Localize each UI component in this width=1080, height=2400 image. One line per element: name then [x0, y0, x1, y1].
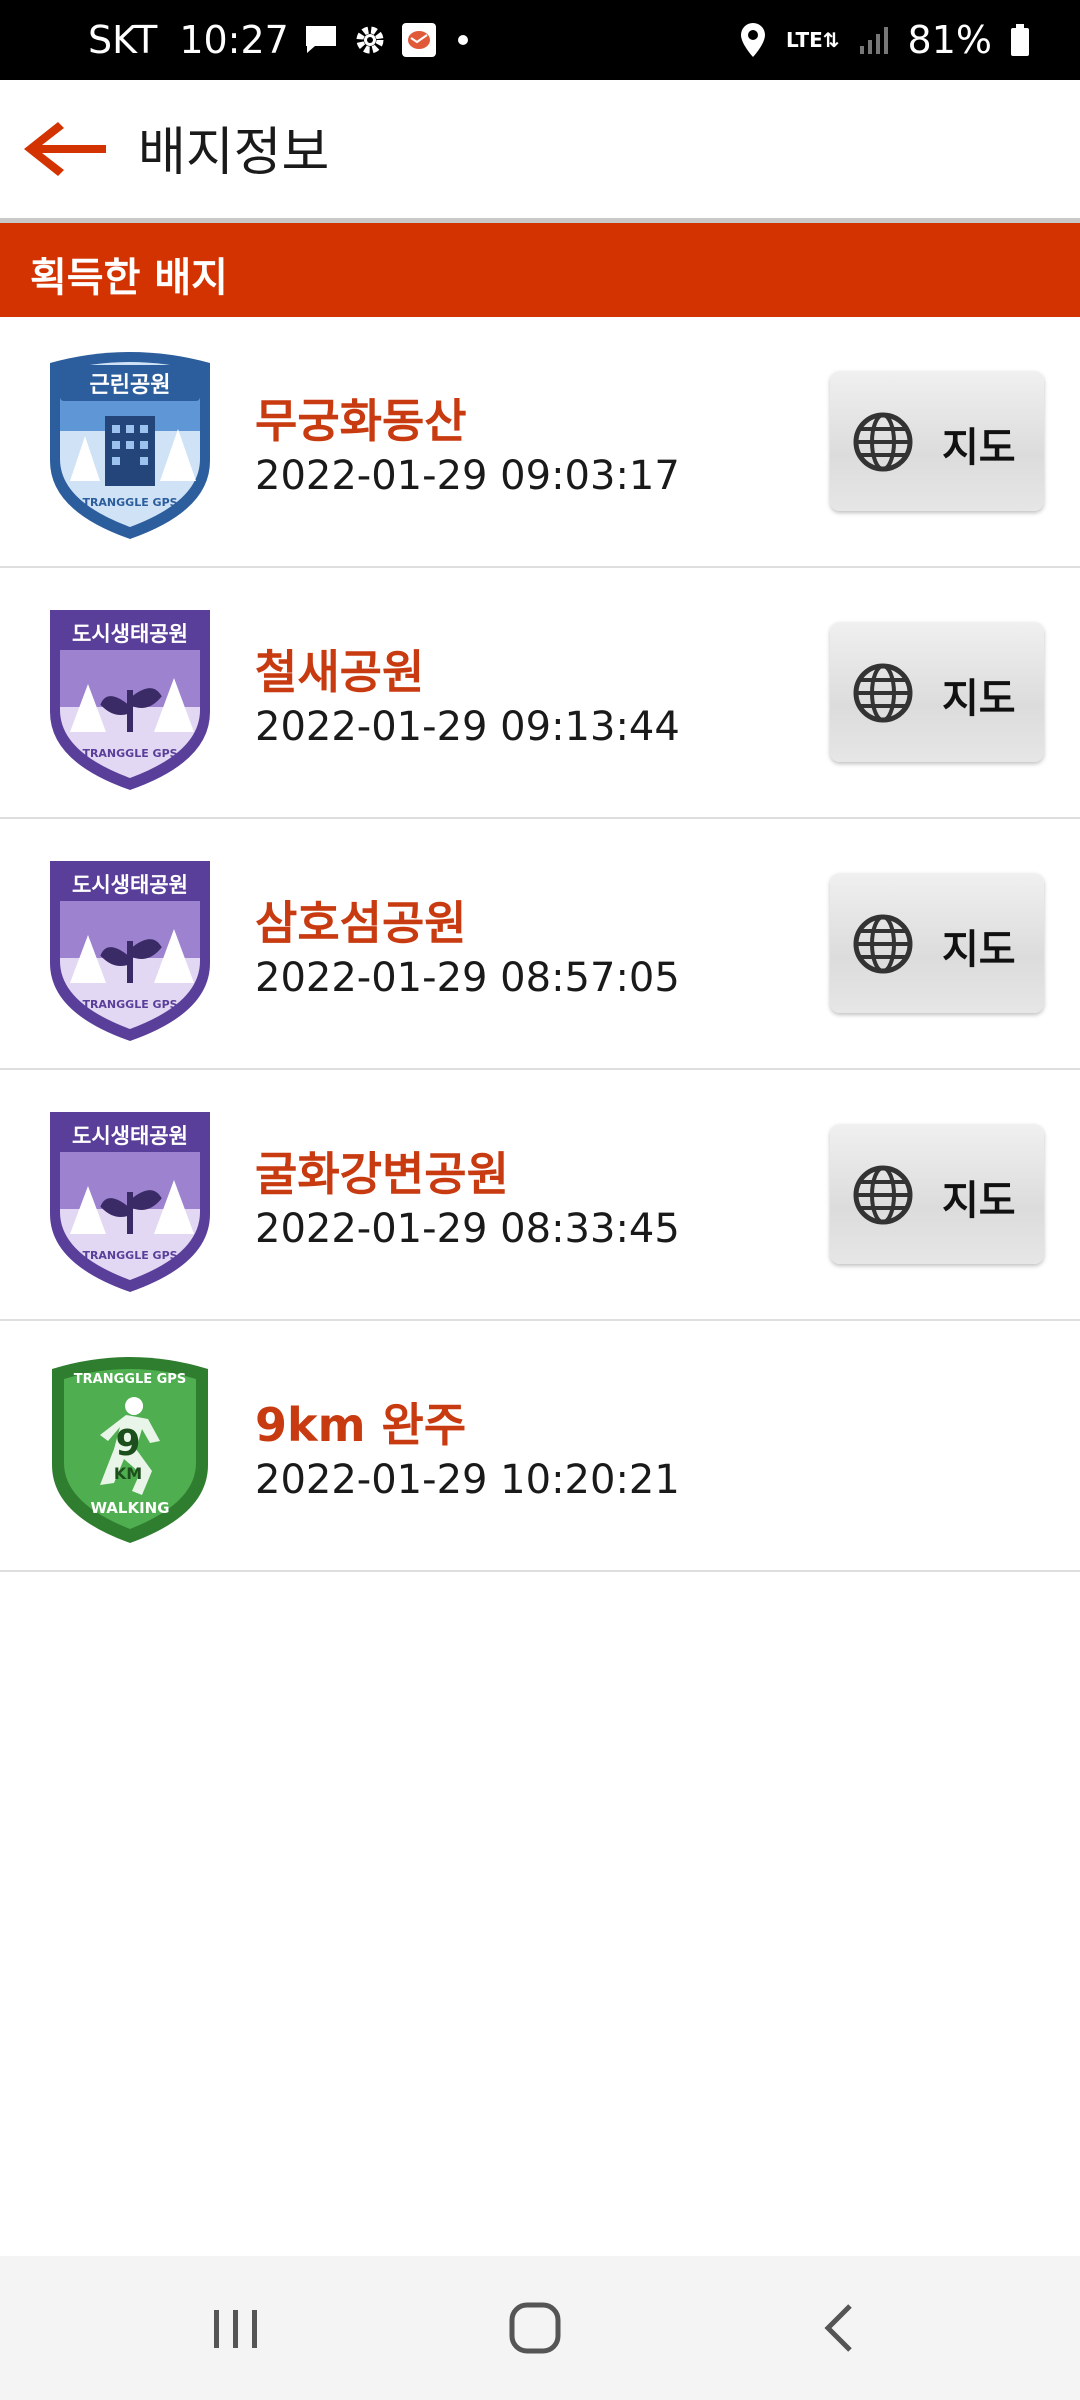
- system-navigation-bar: [0, 2256, 1080, 2400]
- status-bar-right: LTE ⇅ 81%: [738, 0, 1030, 80]
- map-button-label: 지도: [942, 1178, 1016, 1224]
- network-type-label: LTE ⇅: [786, 30, 840, 50]
- clock-time: 10:27: [179, 18, 289, 62]
- status-bar-left: SKT 10:27: [88, 0, 475, 80]
- badge-sub-label: TRANGGLE GPS: [82, 1249, 177, 1262]
- chevron-left-icon: [824, 2304, 852, 2352]
- carrier-label: SKT: [88, 18, 158, 62]
- globe-icon: [853, 663, 913, 723]
- system-back-button[interactable]: [800, 2298, 880, 2358]
- list-item: 근린공원 TRANGGLE GPS 무궁화동산 2022-01-29 09:03…: [0, 317, 1080, 568]
- home-icon: [509, 2302, 561, 2354]
- list-item: TRANGGLE GPS 9 KM WALKING 9km 완주 2022-01…: [0, 1321, 1080, 1572]
- map-button-label: 지도: [942, 927, 1016, 973]
- badge-label: 도시생태공원: [72, 622, 188, 646]
- badge-date: 2022-01-29 09:03:17: [255, 453, 680, 499]
- battery-icon: [1010, 23, 1030, 57]
- recents-icon: [214, 2310, 257, 2348]
- dot-icon: [451, 28, 475, 52]
- app-bar: 배지정보: [0, 80, 1080, 223]
- status-bar: SKT 10:27 LTE ⇅ 81%: [0, 0, 1080, 80]
- page-title: 배지정보: [138, 123, 330, 183]
- eco-park-badge-icon: 도시생태공원 TRANGGLE GPS: [50, 610, 210, 790]
- badge-label: TRANGGLE GPS: [74, 1372, 186, 1387]
- badge-sub-label: TRANGGLE GPS: [82, 998, 177, 1011]
- walking-badge-icon: TRANGGLE GPS 9 KM WALKING: [52, 1357, 208, 1543]
- map-button[interactable]: 지도: [830, 873, 1044, 1013]
- badge-sub-label: TRANGGLE GPS: [82, 496, 177, 509]
- eco-park-badge-icon: 도시생태공원 TRANGGLE GPS: [50, 861, 210, 1041]
- map-button-label: 지도: [942, 425, 1016, 471]
- badge-name: 굴화강변공원: [255, 1147, 509, 1201]
- section-title: 획득한 배지: [30, 255, 228, 301]
- map-button[interactable]: 지도: [830, 622, 1044, 762]
- globe-icon: [853, 412, 913, 472]
- badge-date: 2022-01-29 09:13:44: [255, 704, 680, 750]
- badge-date: 2022-01-29 08:57:05: [255, 955, 680, 1001]
- location-icon: [738, 21, 768, 59]
- back-button[interactable]: [20, 116, 110, 182]
- badge-sub-label: WALKING: [90, 1499, 169, 1517]
- message-icon: [303, 23, 339, 57]
- badge-label: 근린공원: [90, 373, 171, 398]
- badge-unit: KM: [114, 1464, 142, 1483]
- badge-date: 2022-01-29 10:20:21: [255, 1457, 680, 1503]
- neighborhood-park-badge-icon: 근린공원 TRANGGLE GPS: [50, 352, 210, 539]
- arrow-left-icon: [24, 122, 106, 176]
- map-button[interactable]: 지도: [830, 1124, 1044, 1264]
- list-item: 도시생태공원 TRANGGLE GPS 굴화강변공원 2022-01-29 08…: [0, 1070, 1080, 1321]
- map-button[interactable]: 지도: [830, 371, 1044, 511]
- recents-button[interactable]: [196, 2298, 276, 2358]
- badge-name: 무궁화동산: [255, 394, 467, 448]
- badge-name: 철새공원: [255, 645, 425, 699]
- network-type-text: LTE: [786, 28, 823, 52]
- app-notification-icon: [401, 22, 437, 58]
- badge-name: 9km 완주: [255, 1398, 467, 1452]
- battery-percent: 81%: [907, 18, 992, 62]
- home-button[interactable]: [496, 2298, 576, 2358]
- globe-icon: [853, 1165, 913, 1225]
- badge-name: 삼호섬공원: [255, 896, 467, 950]
- signal-icon: [858, 24, 890, 56]
- eco-park-badge-icon: 도시생태공원 TRANGGLE GPS: [50, 1112, 210, 1292]
- data-arrows-icon: ⇅: [822, 28, 840, 52]
- globe-icon: [853, 914, 913, 974]
- badge-date: 2022-01-29 08:33:45: [255, 1206, 680, 1252]
- badge-sub-label: TRANGGLE GPS: [82, 747, 177, 760]
- gear-icon: [353, 23, 387, 57]
- badge-list: 근린공원 TRANGGLE GPS 무궁화동산 2022-01-29 09:03…: [0, 317, 1080, 1572]
- badge-number: 9: [115, 1423, 140, 1464]
- section-header: 획득한 배지: [0, 223, 1080, 317]
- badge-label: 도시생태공원: [72, 1124, 188, 1148]
- list-item: 도시생태공원 TRANGGLE GPS 삼호섬공원 2022-01-29 08:…: [0, 819, 1080, 1070]
- badge-label: 도시생태공원: [72, 873, 188, 897]
- map-button-label: 지도: [942, 676, 1016, 722]
- list-item: 도시생태공원 TRANGGLE GPS 철새공원 2022-01-29 09:1…: [0, 568, 1080, 819]
